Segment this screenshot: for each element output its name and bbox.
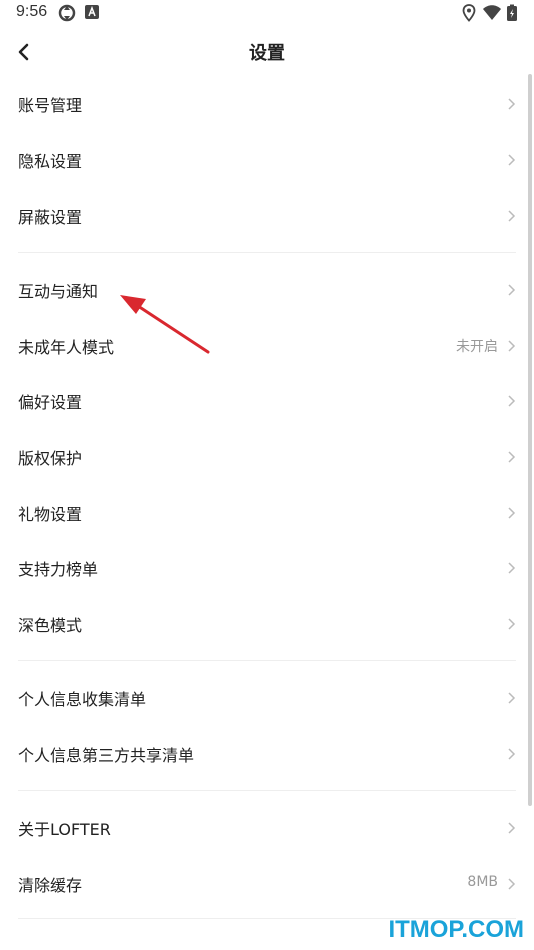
settings-item-gifts[interactable]: 礼物设置: [0, 487, 534, 537]
settings-item-label: 个人信息第三方共享清单: [18, 746, 195, 765]
settings-item-preferences[interactable]: 偏好设置: [0, 375, 534, 425]
app-header: 设置: [0, 26, 534, 78]
settings-item-support-ranking[interactable]: 支持力榜单: [0, 542, 534, 592]
chevron-right-icon: [506, 338, 516, 352]
settings-item-block[interactable]: 屏蔽设置: [0, 190, 534, 240]
app-notification-icon: [84, 4, 100, 24]
location-icon: [462, 4, 476, 26]
settings-item-third-party-sharing[interactable]: 个人信息第三方共享清单: [0, 728, 534, 778]
wifi-icon: [482, 4, 502, 26]
page-title: 设置: [249, 43, 285, 64]
chevron-right-icon: [506, 152, 516, 166]
settings-item-personal-info-list[interactable]: 个人信息收集清单: [0, 672, 534, 722]
chevron-right-icon: [506, 96, 516, 110]
status-bar: 9:56: [0, 0, 534, 26]
sync-icon: [58, 4, 76, 26]
settings-item-label: 深色模式: [18, 616, 83, 635]
settings-item-value: 8MB: [467, 874, 498, 890]
settings-item-notifications[interactable]: 互动与通知: [0, 264, 534, 314]
chevron-right-icon: [506, 876, 516, 890]
settings-item-label: 偏好设置: [18, 393, 83, 412]
chevron-right-icon: [506, 208, 516, 222]
settings-item-privacy[interactable]: 隐私设置: [0, 134, 534, 184]
settings-item-about[interactable]: 关于LOFTER: [0, 802, 534, 852]
settings-item-label: 隐私设置: [18, 152, 83, 171]
chevron-right-icon: [506, 746, 516, 760]
settings-item-label: 版权保护: [18, 449, 83, 468]
settings-item-label: 关于LOFTER: [18, 820, 111, 839]
settings-item-clear-cache[interactable]: 清除缓存 8MB: [0, 858, 534, 908]
settings-item-label: 个人信息收集清单: [18, 690, 147, 709]
settings-item-label: 清除缓存: [18, 876, 83, 895]
status-time: 9:56: [16, 3, 48, 20]
settings-item-value: 未开启: [456, 339, 498, 355]
chevron-right-icon: [506, 282, 516, 296]
chevron-right-icon: [506, 560, 516, 574]
chevron-right-icon: [506, 616, 516, 630]
chevron-right-icon: [506, 690, 516, 704]
chevron-right-icon: [506, 393, 516, 407]
chevron-right-icon: [506, 820, 516, 834]
section-divider: [18, 790, 516, 791]
settings-item-label: 礼物设置: [18, 505, 83, 524]
settings-item-label: 账号管理: [18, 96, 83, 115]
watermark: ITMOP.COM: [388, 916, 524, 943]
settings-item-dark-mode[interactable]: 深色模式: [0, 598, 534, 648]
settings-item-label: 互动与通知: [18, 282, 99, 301]
chevron-right-icon: [506, 505, 516, 519]
settings-item-label: 屏蔽设置: [18, 208, 83, 227]
settings-item-account[interactable]: 账号管理: [0, 78, 534, 128]
section-divider: [18, 660, 516, 661]
settings-item-label: 支持力榜单: [18, 560, 99, 579]
battery-icon: [506, 4, 518, 26]
chevron-right-icon: [506, 449, 516, 463]
settings-item-minor-mode[interactable]: 未成年人模式 未开启: [0, 320, 534, 370]
settings-item-label: 未成年人模式: [18, 338, 115, 357]
settings-item-copyright[interactable]: 版权保护: [0, 431, 534, 481]
section-divider: [18, 252, 516, 253]
